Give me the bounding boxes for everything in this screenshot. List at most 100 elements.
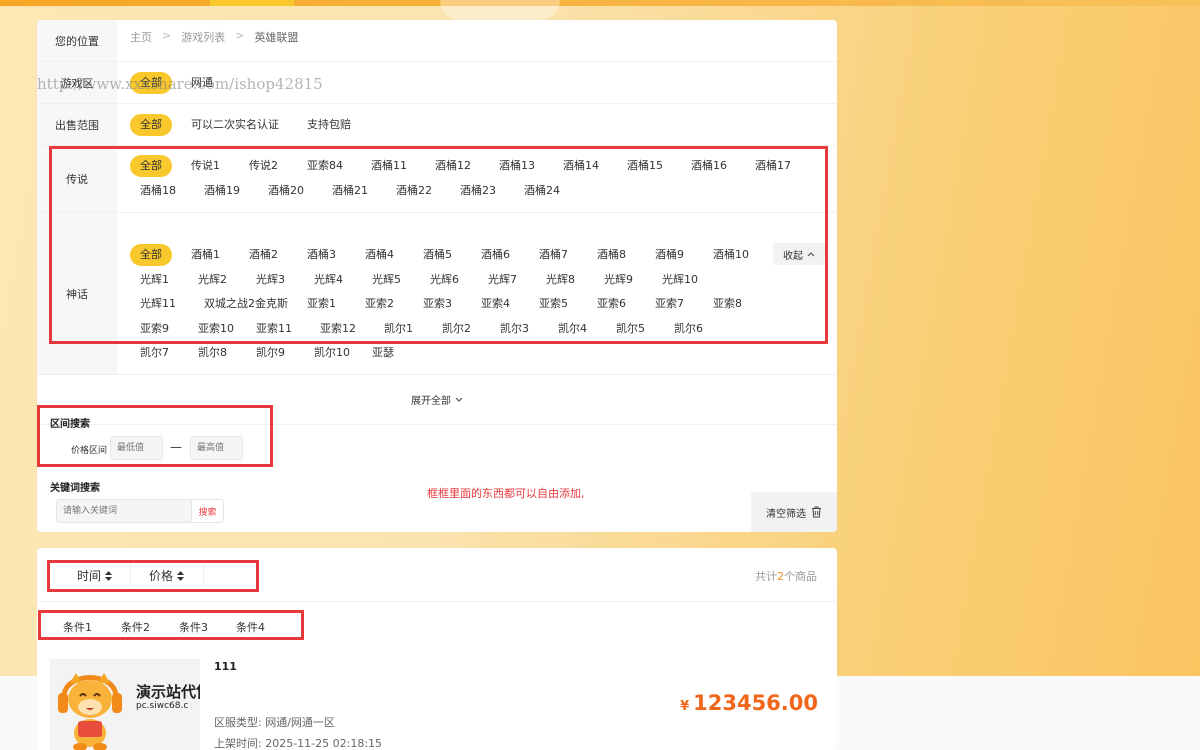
myth-option[interactable]: 光辉6 bbox=[420, 269, 469, 291]
price-min-input[interactable] bbox=[110, 436, 163, 460]
price-value: 123456.00 bbox=[693, 691, 818, 715]
myth-option[interactable]: 凯尔5 bbox=[606, 318, 655, 340]
myth-option[interactable]: 凯尔7 bbox=[130, 342, 179, 364]
myth-option[interactable]: 亚索5 bbox=[529, 293, 578, 315]
banner-notch bbox=[210, 0, 294, 6]
total-prefix: 共计 bbox=[755, 570, 777, 583]
total-number: 2 bbox=[777, 570, 784, 583]
price-range-label: 价格区间 bbox=[71, 446, 108, 456]
legend-option[interactable]: 传说1 bbox=[181, 155, 230, 177]
legend-option[interactable]: 传说2 bbox=[239, 155, 288, 177]
condition-tab-3[interactable]: 条件3 bbox=[179, 619, 208, 635]
price-max-input[interactable] bbox=[190, 436, 243, 460]
myth-option[interactable]: 亚索11 bbox=[246, 318, 302, 340]
myth-option[interactable]: 双城之战2金克斯 bbox=[194, 293, 298, 315]
myth-option[interactable]: 光辉7 bbox=[478, 269, 527, 291]
keyword-input[interactable] bbox=[56, 499, 191, 523]
expand-all-button[interactable]: 展开全部 bbox=[37, 375, 837, 425]
breadcrumb-game-list[interactable]: 游戏列表 bbox=[181, 29, 225, 45]
myth-option[interactable]: 光辉5 bbox=[362, 269, 411, 291]
myth-option[interactable]: 凯尔10 bbox=[304, 342, 360, 364]
myth-option[interactable]: 亚索12 bbox=[310, 318, 366, 340]
myth-option[interactable]: 凯尔6 bbox=[664, 318, 713, 340]
myth-option[interactable]: 光辉9 bbox=[594, 269, 643, 291]
legend-option[interactable]: 酒桶11 bbox=[361, 155, 417, 177]
legend-filter-row: 传说 全部 传说1 传说2 亚索84 酒桶11 酒桶12 酒桶13 酒桶14 酒桶15 酒桶16 酒… bbox=[37, 146, 837, 213]
legend-option[interactable]: 酒桶19 bbox=[194, 180, 250, 202]
clear-filters-button[interactable]: 清空筛选 bbox=[751, 492, 837, 532]
condition-tab-1[interactable]: 条件1 bbox=[63, 619, 92, 635]
myth-option[interactable]: 光辉4 bbox=[304, 269, 353, 291]
myth-option[interactable]: 光辉10 bbox=[652, 269, 708, 291]
scope-option[interactable]: 可以二次实名认证 bbox=[181, 114, 289, 136]
breadcrumb-row: 您的位置 主页 > 游戏列表 > 英雄联盟 bbox=[37, 20, 837, 62]
legend-option[interactable]: 酒桶13 bbox=[489, 155, 545, 177]
legend-option[interactable]: 酒桶18 bbox=[130, 180, 186, 202]
myth-option[interactable]: 酒桶10 bbox=[703, 244, 759, 266]
legend-option[interactable]: 全部 bbox=[130, 155, 172, 177]
scope-option[interactable]: 全部 bbox=[130, 114, 172, 136]
myth-option[interactable]: 凯尔1 bbox=[374, 318, 423, 340]
search-button[interactable]: 搜索 bbox=[191, 499, 224, 523]
trash-icon bbox=[812, 506, 821, 518]
legend-option[interactable]: 酒桶14 bbox=[553, 155, 609, 177]
chevron-up-icon bbox=[807, 252, 815, 257]
scope-option[interactable]: 支持包赔 bbox=[297, 114, 361, 136]
myth-option[interactable]: 光辉3 bbox=[246, 269, 295, 291]
myth-option[interactable]: 凯尔9 bbox=[246, 342, 295, 364]
legend-option[interactable]: 酒桶15 bbox=[617, 155, 673, 177]
myth-option[interactable]: 凯尔3 bbox=[490, 318, 539, 340]
myth-option[interactable]: 光辉8 bbox=[536, 269, 585, 291]
myth-option[interactable]: 酒桶3 bbox=[297, 244, 346, 266]
breadcrumb-home[interactable]: 主页 bbox=[130, 29, 152, 45]
product-zone-type: 区服类型: 网通/网通一区 bbox=[214, 714, 335, 730]
myth-option[interactable]: 亚索7 bbox=[645, 293, 694, 315]
myth-option[interactable]: 酒桶6 bbox=[471, 244, 520, 266]
sort-divider bbox=[130, 564, 131, 586]
product-title[interactable]: 111 bbox=[214, 660, 237, 673]
legend-option[interactable]: 酒桶21 bbox=[322, 180, 378, 202]
myth-option[interactable]: 亚瑟 bbox=[362, 342, 404, 364]
myth-option[interactable]: 亚索2 bbox=[355, 293, 404, 315]
myth-option[interactable]: 酒桶9 bbox=[645, 244, 694, 266]
sort-price-button[interactable]: 价格 bbox=[149, 567, 185, 584]
legend-option[interactable]: 亚索84 bbox=[297, 155, 353, 177]
collapse-button[interactable]: 收起 bbox=[773, 243, 825, 265]
myth-option[interactable]: 亚索3 bbox=[413, 293, 462, 315]
myth-option[interactable]: 酒桶1 bbox=[181, 244, 230, 266]
legend-option[interactable]: 酒桶23 bbox=[450, 180, 506, 202]
myth-option[interactable]: 光辉2 bbox=[188, 269, 237, 291]
price-currency: ¥ bbox=[680, 699, 690, 714]
myth-option[interactable]: 光辉11 bbox=[130, 293, 186, 315]
myth-option[interactable]: 凯尔2 bbox=[432, 318, 481, 340]
chevron-down-icon bbox=[455, 397, 463, 402]
sort-time-button[interactable]: 时间 bbox=[77, 567, 113, 584]
condition-tab-2[interactable]: 条件2 bbox=[121, 619, 150, 635]
myth-option[interactable]: 亚索9 bbox=[130, 318, 179, 340]
condition-tab-4[interactable]: 条件4 bbox=[236, 619, 265, 635]
legend-option[interactable]: 酒桶17 bbox=[745, 155, 801, 177]
myth-option[interactable]: 酒桶2 bbox=[239, 244, 288, 266]
legend-option[interactable]: 酒桶22 bbox=[386, 180, 442, 202]
myth-option[interactable]: 光辉1 bbox=[130, 269, 179, 291]
myth-option[interactable]: 亚索8 bbox=[703, 293, 752, 315]
legend-option[interactable]: 酒桶20 bbox=[258, 180, 314, 202]
myth-option[interactable]: 全部 bbox=[130, 244, 172, 266]
myth-option[interactable]: 亚索10 bbox=[188, 318, 244, 340]
myth-option[interactable]: 凯尔8 bbox=[188, 342, 237, 364]
legend-option[interactable]: 酒桶12 bbox=[425, 155, 481, 177]
myth-option[interactable]: 酒桶4 bbox=[355, 244, 404, 266]
myth-option[interactable]: 酒桶7 bbox=[529, 244, 578, 266]
myth-option[interactable]: 酒桶8 bbox=[587, 244, 636, 266]
sort-time-label: 时间 bbox=[77, 569, 102, 583]
legend-option[interactable]: 酒桶16 bbox=[681, 155, 737, 177]
myth-option[interactable]: 亚索4 bbox=[471, 293, 520, 315]
range-search-title: 区间搜索 bbox=[50, 419, 90, 430]
breadcrumb-separator: > bbox=[235, 29, 245, 42]
myth-option[interactable]: 酒桶5 bbox=[413, 244, 462, 266]
myth-option[interactable]: 凯尔4 bbox=[548, 318, 597, 340]
legend-option[interactable]: 酒桶24 bbox=[514, 180, 570, 202]
myth-option[interactable]: 亚索6 bbox=[587, 293, 636, 315]
product-thumbnail[interactable]: 演示站代售 pc.siwc68.c bbox=[50, 659, 200, 750]
myth-option[interactable]: 亚索1 bbox=[297, 293, 346, 315]
